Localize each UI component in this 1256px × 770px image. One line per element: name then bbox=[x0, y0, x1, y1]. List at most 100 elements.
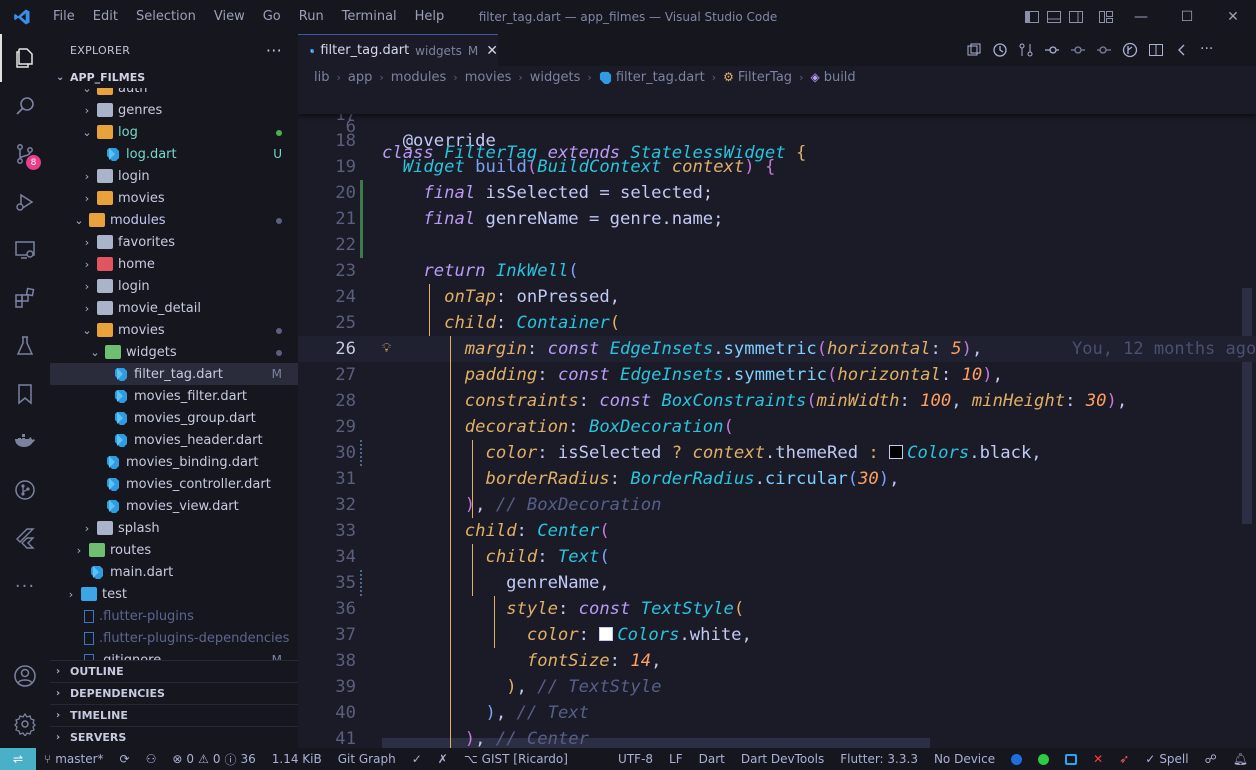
encoding-indicator[interactable]: UTF-8 bbox=[610, 752, 661, 766]
breadcrumb-item[interactable]: widgets bbox=[530, 70, 581, 85]
tree-file[interactable]: movies_view.dart bbox=[50, 495, 298, 517]
toggle-secondary-sidebar-icon[interactable] bbox=[1068, 9, 1084, 25]
code-line[interactable]: 41 ), // Center bbox=[298, 726, 1256, 748]
source-control-icon[interactable]: 8 bbox=[0, 130, 50, 178]
tree-folder[interactable]: › login bbox=[50, 275, 298, 297]
code-line[interactable]: 34 child: Text( bbox=[298, 544, 1256, 570]
code-line[interactable]: 39 ), // TextStyle bbox=[298, 674, 1256, 700]
explorer-icon[interactable] bbox=[0, 34, 50, 82]
code-line[interactable]: 28 constraints: const BoxConstraints(min… bbox=[298, 388, 1256, 414]
tree-file[interactable]: filter_tag.dart M bbox=[50, 363, 298, 385]
menu-view[interactable]: View bbox=[205, 0, 254, 34]
blue-circle-icon[interactable] bbox=[1003, 753, 1030, 765]
code-line[interactable]: 35 genreName, bbox=[298, 570, 1256, 596]
gist-indicator[interactable]: ⌥ GIST [Ricardo] bbox=[456, 752, 576, 766]
code-line[interactable]: 31 borderRadius: BorderRadius.circular(3… bbox=[298, 466, 1256, 492]
tree-folder[interactable]: › movies bbox=[50, 187, 298, 209]
tree-folder[interactable]: › favorites bbox=[50, 231, 298, 253]
menu-help[interactable]: Help bbox=[406, 0, 454, 34]
file-size[interactable]: 1.14 KiB bbox=[264, 752, 330, 766]
docker-icon[interactable] bbox=[0, 418, 50, 466]
code-line[interactable]: 33 child: Center( bbox=[298, 518, 1256, 544]
code-line[interactable]: 27 padding: const EdgeInsets.symmetric(h… bbox=[298, 362, 1256, 388]
menu-go[interactable]: Go bbox=[254, 0, 290, 34]
notifications-bell-icon[interactable]: 🔔︎ bbox=[1225, 752, 1256, 766]
minimize-button[interactable]: — bbox=[1118, 0, 1164, 34]
device-selector[interactable]: No Device bbox=[926, 752, 1003, 766]
tab-close-icon[interactable]: ✕ bbox=[486, 43, 498, 59]
section-servers[interactable]: › SERVERS bbox=[50, 726, 298, 748]
remote-indicator-icon[interactable]: ⇌ bbox=[0, 748, 36, 770]
code-line[interactable]: 26 💡︎ margin: const EdgeInsets.symmetric(… bbox=[298, 336, 1256, 362]
flutter-icon[interactable] bbox=[0, 514, 50, 562]
toggle-primary-sidebar-icon[interactable] bbox=[1024, 9, 1040, 25]
section-dependencies[interactable]: › DEPENDENCIES bbox=[50, 682, 298, 704]
tree-file[interactable]: movies_binding.dart bbox=[50, 451, 298, 473]
eol-indicator[interactable]: LF bbox=[661, 752, 691, 766]
tree-file[interactable]: movies_filter.dart bbox=[50, 385, 298, 407]
tree-folder[interactable]: › movie_detail bbox=[50, 297, 298, 319]
run-debug-icon[interactable] bbox=[0, 178, 50, 226]
tree-file[interactable]: movies_header.dart bbox=[50, 429, 298, 451]
search-icon[interactable] bbox=[0, 82, 50, 130]
tree-file[interactable]: movies_controller.dart bbox=[50, 473, 298, 495]
code-line[interactable]: 24 onTap: onPressed, bbox=[298, 284, 1256, 310]
code-line[interactable]: 32 ), // BoxDecoration bbox=[298, 492, 1256, 518]
code-line[interactable]: 25 child: Container( bbox=[298, 310, 1256, 336]
feedback-icon[interactable]: ☍ bbox=[1197, 752, 1225, 766]
breadcrumb-item[interactable]: lib bbox=[314, 70, 329, 85]
compare-changes-icon[interactable] bbox=[1018, 42, 1034, 58]
breadcrumb-item[interactable]: filter_tag.dart bbox=[616, 70, 705, 85]
breadcrumb-item[interactable]: modules bbox=[391, 70, 447, 85]
branch-indicator[interactable]: ⑂ master* bbox=[36, 752, 112, 766]
code-line[interactable]: 37 color: Colors.white, bbox=[298, 622, 1256, 648]
section-outline[interactable]: › OUTLINE bbox=[50, 660, 298, 682]
previous-revision-icon[interactable] bbox=[1044, 42, 1060, 58]
tree-file[interactable]: .gitignore M bbox=[50, 649, 298, 660]
split-editor-icon[interactable] bbox=[1148, 42, 1164, 58]
file-history-icon[interactable] bbox=[992, 42, 1008, 58]
language-mode[interactable]: Dart bbox=[691, 752, 733, 766]
code-line[interactable]: 22 bbox=[298, 232, 1256, 258]
green-circle-icon[interactable] bbox=[1030, 753, 1057, 765]
explorer-more-actions-icon[interactable]: ··· bbox=[266, 41, 282, 60]
breadcrumb-item[interactable]: FilterTag bbox=[738, 70, 792, 85]
section-timeline[interactable]: › TIMELINE bbox=[50, 704, 298, 726]
code-line[interactable]: 38 fontSize: 14, bbox=[298, 648, 1256, 674]
code-editor[interactable]: 6 class FilterTag extends StatelessWidge… bbox=[298, 88, 1256, 748]
git-graph-button[interactable]: Git Graph bbox=[330, 752, 404, 766]
chevron-left-icon[interactable] bbox=[1174, 42, 1190, 58]
more-views-icon[interactable]: ··· bbox=[0, 562, 50, 610]
code-line[interactable]: 29 decoration: BoxDecoration( bbox=[298, 414, 1256, 440]
breadcrumb-item[interactable]: app bbox=[348, 70, 372, 85]
project-root[interactable]: ⌄ APP_FILMES bbox=[50, 66, 298, 88]
code-line[interactable]: 40 ), // Text bbox=[298, 700, 1256, 726]
problems-indicator[interactable]: ⊗ 0 ⚠ 0 ⓘ 36 bbox=[164, 751, 263, 768]
tab-filter-tag[interactable]: filter_tag.dart widgets M ✕ bbox=[298, 34, 498, 66]
menu-file[interactable]: File bbox=[44, 0, 84, 34]
next-revision-icon[interactable] bbox=[1096, 42, 1112, 58]
breadcrumb-item[interactable]: movies bbox=[465, 70, 512, 85]
tree-folder[interactable]: ⌄ log bbox=[50, 121, 298, 143]
remote-explorer-icon[interactable] bbox=[0, 226, 50, 274]
extensions-icon[interactable] bbox=[0, 274, 50, 322]
check-icon[interactable]: ✓ bbox=[404, 752, 430, 766]
toggle-panel-icon[interactable] bbox=[1046, 9, 1062, 25]
accounts-icon[interactable] bbox=[0, 652, 50, 700]
vscode-logo-icon[interactable] bbox=[0, 0, 44, 34]
more-actions-icon[interactable]: ··· bbox=[1200, 42, 1216, 58]
menu-edit[interactable]: Edit bbox=[84, 0, 127, 34]
tree-file[interactable]: .flutter-plugins bbox=[50, 605, 298, 627]
breadcrumb-item[interactable]: build bbox=[824, 70, 856, 85]
tree-folder[interactable]: › test bbox=[50, 583, 298, 605]
bookmarks-icon[interactable] bbox=[0, 370, 50, 418]
open-changes-icon[interactable] bbox=[966, 42, 982, 58]
settings-gear-icon[interactable] bbox=[0, 700, 50, 748]
sync-icon[interactable]: ⟳ bbox=[112, 752, 138, 766]
maximize-button[interactable]: ☐ bbox=[1164, 0, 1210, 34]
tree-folder[interactable]: › genres bbox=[50, 99, 298, 121]
tree-file[interactable]: main.dart bbox=[50, 561, 298, 583]
git-commit-icon[interactable] bbox=[1070, 42, 1086, 58]
tree-file[interactable]: log.dart U bbox=[50, 143, 298, 165]
code-line[interactable]: 21 final genreName = genre.name; bbox=[298, 206, 1256, 232]
